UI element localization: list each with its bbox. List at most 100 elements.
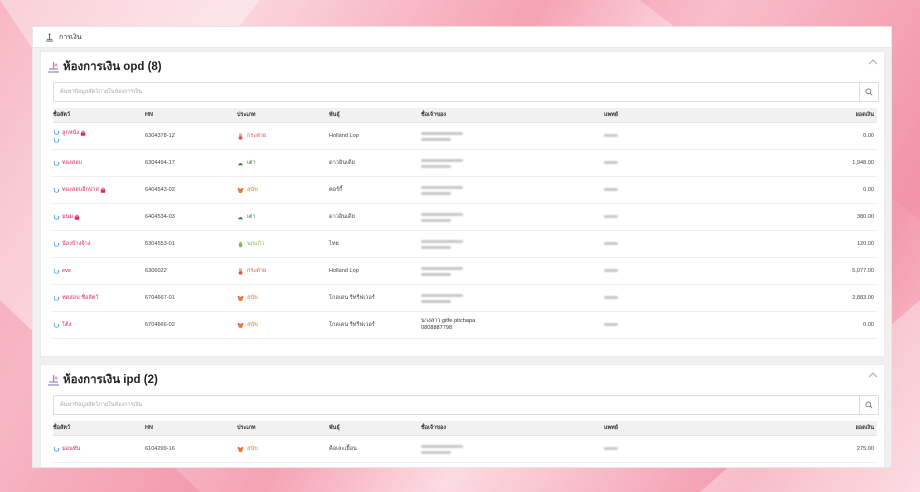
cell-amount: 2,883.00 bbox=[787, 284, 877, 312]
col-pet-name: ชื่อสัตว์ bbox=[53, 108, 145, 123]
cell-type: เต่า bbox=[237, 149, 329, 177]
cell-amount: 0.00 bbox=[787, 311, 877, 339]
cell-owner bbox=[421, 122, 604, 150]
cell-doctor bbox=[604, 257, 787, 285]
opd-table: ชื่อสัตว์ HN ประเภท พันธุ์ ชื่อเจ้าของ แ… bbox=[53, 108, 877, 339]
cell-amount: 275.00 bbox=[787, 435, 877, 463]
stethoscope-icon bbox=[53, 187, 60, 194]
cell-pet-name: โต้ง bbox=[53, 311, 145, 339]
type-label: กระต่าย bbox=[247, 133, 267, 139]
cell-type: กระต่าย bbox=[237, 257, 329, 285]
turtle-icon bbox=[237, 160, 244, 167]
cell-type: สุนัข bbox=[237, 311, 329, 339]
doctor-blurred bbox=[604, 269, 618, 272]
cell-breed: Holland Lop bbox=[329, 257, 421, 285]
cell-owner bbox=[421, 230, 604, 258]
owner-blurred bbox=[421, 266, 604, 276]
doctor-blurred bbox=[604, 134, 618, 137]
cell-hn: 6404534-03 bbox=[145, 203, 237, 231]
pet-name-link[interactable]: eve bbox=[62, 268, 71, 274]
type-label: สุนัข bbox=[247, 322, 258, 328]
table-row[interactable]: มนม 6404534-03 เต่า ดาวอินเดีย 380.00 bbox=[53, 203, 877, 231]
ipd-search-button[interactable] bbox=[859, 396, 878, 414]
cell-owner: นางสาว gitfe pitchapa 0808887798 bbox=[421, 311, 604, 339]
ipd-search-input[interactable] bbox=[58, 396, 859, 414]
owner-blurred bbox=[421, 293, 604, 303]
breadcrumb: การเงิน bbox=[33, 27, 891, 48]
pet-name-link[interactable]: ทองสอบ bbox=[62, 159, 82, 167]
finance-scale-icon bbox=[45, 32, 54, 42]
cell-breed: Holland Lop bbox=[329, 122, 421, 150]
opd-title-text: ห้องการเงิน opd (8) bbox=[63, 61, 162, 73]
col-doctor: แพทย์ bbox=[604, 108, 787, 123]
lock-icon bbox=[74, 214, 80, 220]
col-hn: HN bbox=[145, 108, 237, 123]
stethoscope-icon bbox=[53, 446, 60, 453]
type-label: นกแก้ว bbox=[247, 241, 265, 247]
cell-hn: 6704666-02 bbox=[145, 311, 237, 339]
cell-hn: 6704667-01 bbox=[145, 284, 237, 312]
cell-hn: 6304553-01 bbox=[145, 230, 237, 258]
opd-search-button[interactable] bbox=[859, 83, 878, 101]
chevron-up-icon[interactable] bbox=[868, 58, 878, 66]
col-doctor: แพทย์ bbox=[604, 421, 787, 436]
cell-owner bbox=[421, 203, 604, 231]
pet-name-link[interactable]: ทองสอบอีกปาส bbox=[62, 186, 99, 194]
table-row[interactable]: eve 6306022 กระต่าย Holland Lop 5,077.00 bbox=[53, 257, 877, 285]
chevron-up-icon[interactable] bbox=[868, 371, 878, 379]
table-row[interactable]: มอนทัน 6104299-16 สุนัข ค็อเละเยื้อน 275.00 bbox=[53, 435, 877, 463]
table-row[interactable]: ทองสอบ 6304494-17 เต่า ดาวอินเดีย 1,948.00 bbox=[53, 149, 877, 177]
cell-amount: 1,948.00 bbox=[787, 149, 877, 177]
doctor-blurred bbox=[604, 296, 618, 299]
table-row[interactable]: โต้ง 6704666-02 สุนัข โกลเดน รีทรีฟเวอร์ นาง… bbox=[53, 311, 877, 339]
pet-name-link[interactable]: มนม bbox=[62, 213, 73, 221]
cell-pet-name: ทดสอบ ชื่อสัตว์ bbox=[53, 284, 145, 312]
cell-pet-name: มอนทัน bbox=[53, 435, 145, 463]
pet-name-link[interactable]: มอนทัน bbox=[62, 445, 80, 453]
doctor-blurred bbox=[604, 323, 618, 326]
cell-type: สุนัข bbox=[237, 435, 329, 463]
search-icon bbox=[865, 401, 873, 409]
finance-scale-icon bbox=[47, 374, 60, 386]
cell-amount: 0.00 bbox=[787, 122, 877, 150]
table-row[interactable]: ทดสอบ ชื่อสัตว์ 6704667-01 สุนัข โกลเดน รีท… bbox=[53, 284, 877, 312]
cell-hn: 6104299-16 bbox=[145, 435, 237, 463]
rabbit-icon bbox=[237, 132, 244, 140]
pet-name-link[interactable]: ทดสอบ ชื่อสัตว์ bbox=[62, 294, 99, 302]
col-breed: พันธุ์ bbox=[329, 108, 421, 123]
ipd-search-field bbox=[53, 395, 879, 415]
type-label: เต่า bbox=[247, 214, 256, 220]
table-row[interactable]: ทองสอบอีกปาส 6404543-02 สุนัข คอร์กี้ 0.00 bbox=[53, 176, 877, 204]
dog-icon bbox=[237, 187, 244, 194]
cell-pet-name: ลูกหนัง bbox=[53, 122, 145, 150]
table-row[interactable]: น้องบ้างจ้าง 6304553-01 นกแก้ว ไทย 120.00 bbox=[53, 230, 877, 258]
cell-doctor bbox=[604, 435, 787, 463]
opd-search-input[interactable] bbox=[58, 83, 859, 101]
col-pet-name: ชื่อสัตว์ bbox=[53, 421, 145, 436]
cell-amount: 0.00 bbox=[787, 176, 877, 204]
stethoscope-icon bbox=[53, 295, 60, 302]
opd-panel: ห้องการเงิน opd (8) ชื่อสัตว์ HN ประเภท … bbox=[40, 51, 885, 357]
dog-icon bbox=[237, 446, 244, 453]
owner-name: นางสาว gitfe pitchapa bbox=[421, 318, 476, 324]
finance-scale-icon bbox=[47, 61, 60, 73]
doctor-blurred bbox=[604, 242, 618, 245]
opd-panel-title: ห้องการเงิน opd (8) bbox=[47, 58, 162, 76]
lock-icon bbox=[80, 130, 86, 136]
breadcrumb-label[interactable]: การเงิน bbox=[59, 32, 82, 43]
table-row[interactable]: ลูกหนัง 6304378-12 กระต่าย Holland Lop 0.00 bbox=[53, 122, 877, 150]
stethoscope-icon bbox=[53, 129, 60, 136]
owner-blurred bbox=[421, 158, 604, 168]
pet-name-link[interactable]: น้องบ้างจ้าง bbox=[62, 240, 91, 248]
finance-window: การเงิน ห้องการเงิน opd (8) ชื่อสัตว์ HN bbox=[32, 26, 892, 468]
pet-name-link[interactable]: ลูกหนัง bbox=[62, 129, 79, 137]
cell-breed: ดาวอินเดีย bbox=[329, 149, 421, 177]
stethoscope-icon bbox=[53, 160, 60, 167]
pet-name-link[interactable]: โต้ง bbox=[62, 321, 71, 329]
owner-blurred bbox=[421, 444, 604, 454]
stethoscope-icon bbox=[53, 241, 60, 248]
col-type: ประเภท bbox=[237, 421, 329, 436]
cell-pet-name: น้องบ้างจ้าง bbox=[53, 230, 145, 258]
ipd-title-text: ห้องการเงิน ipd (2) bbox=[63, 374, 158, 386]
turtle-icon bbox=[237, 214, 244, 221]
